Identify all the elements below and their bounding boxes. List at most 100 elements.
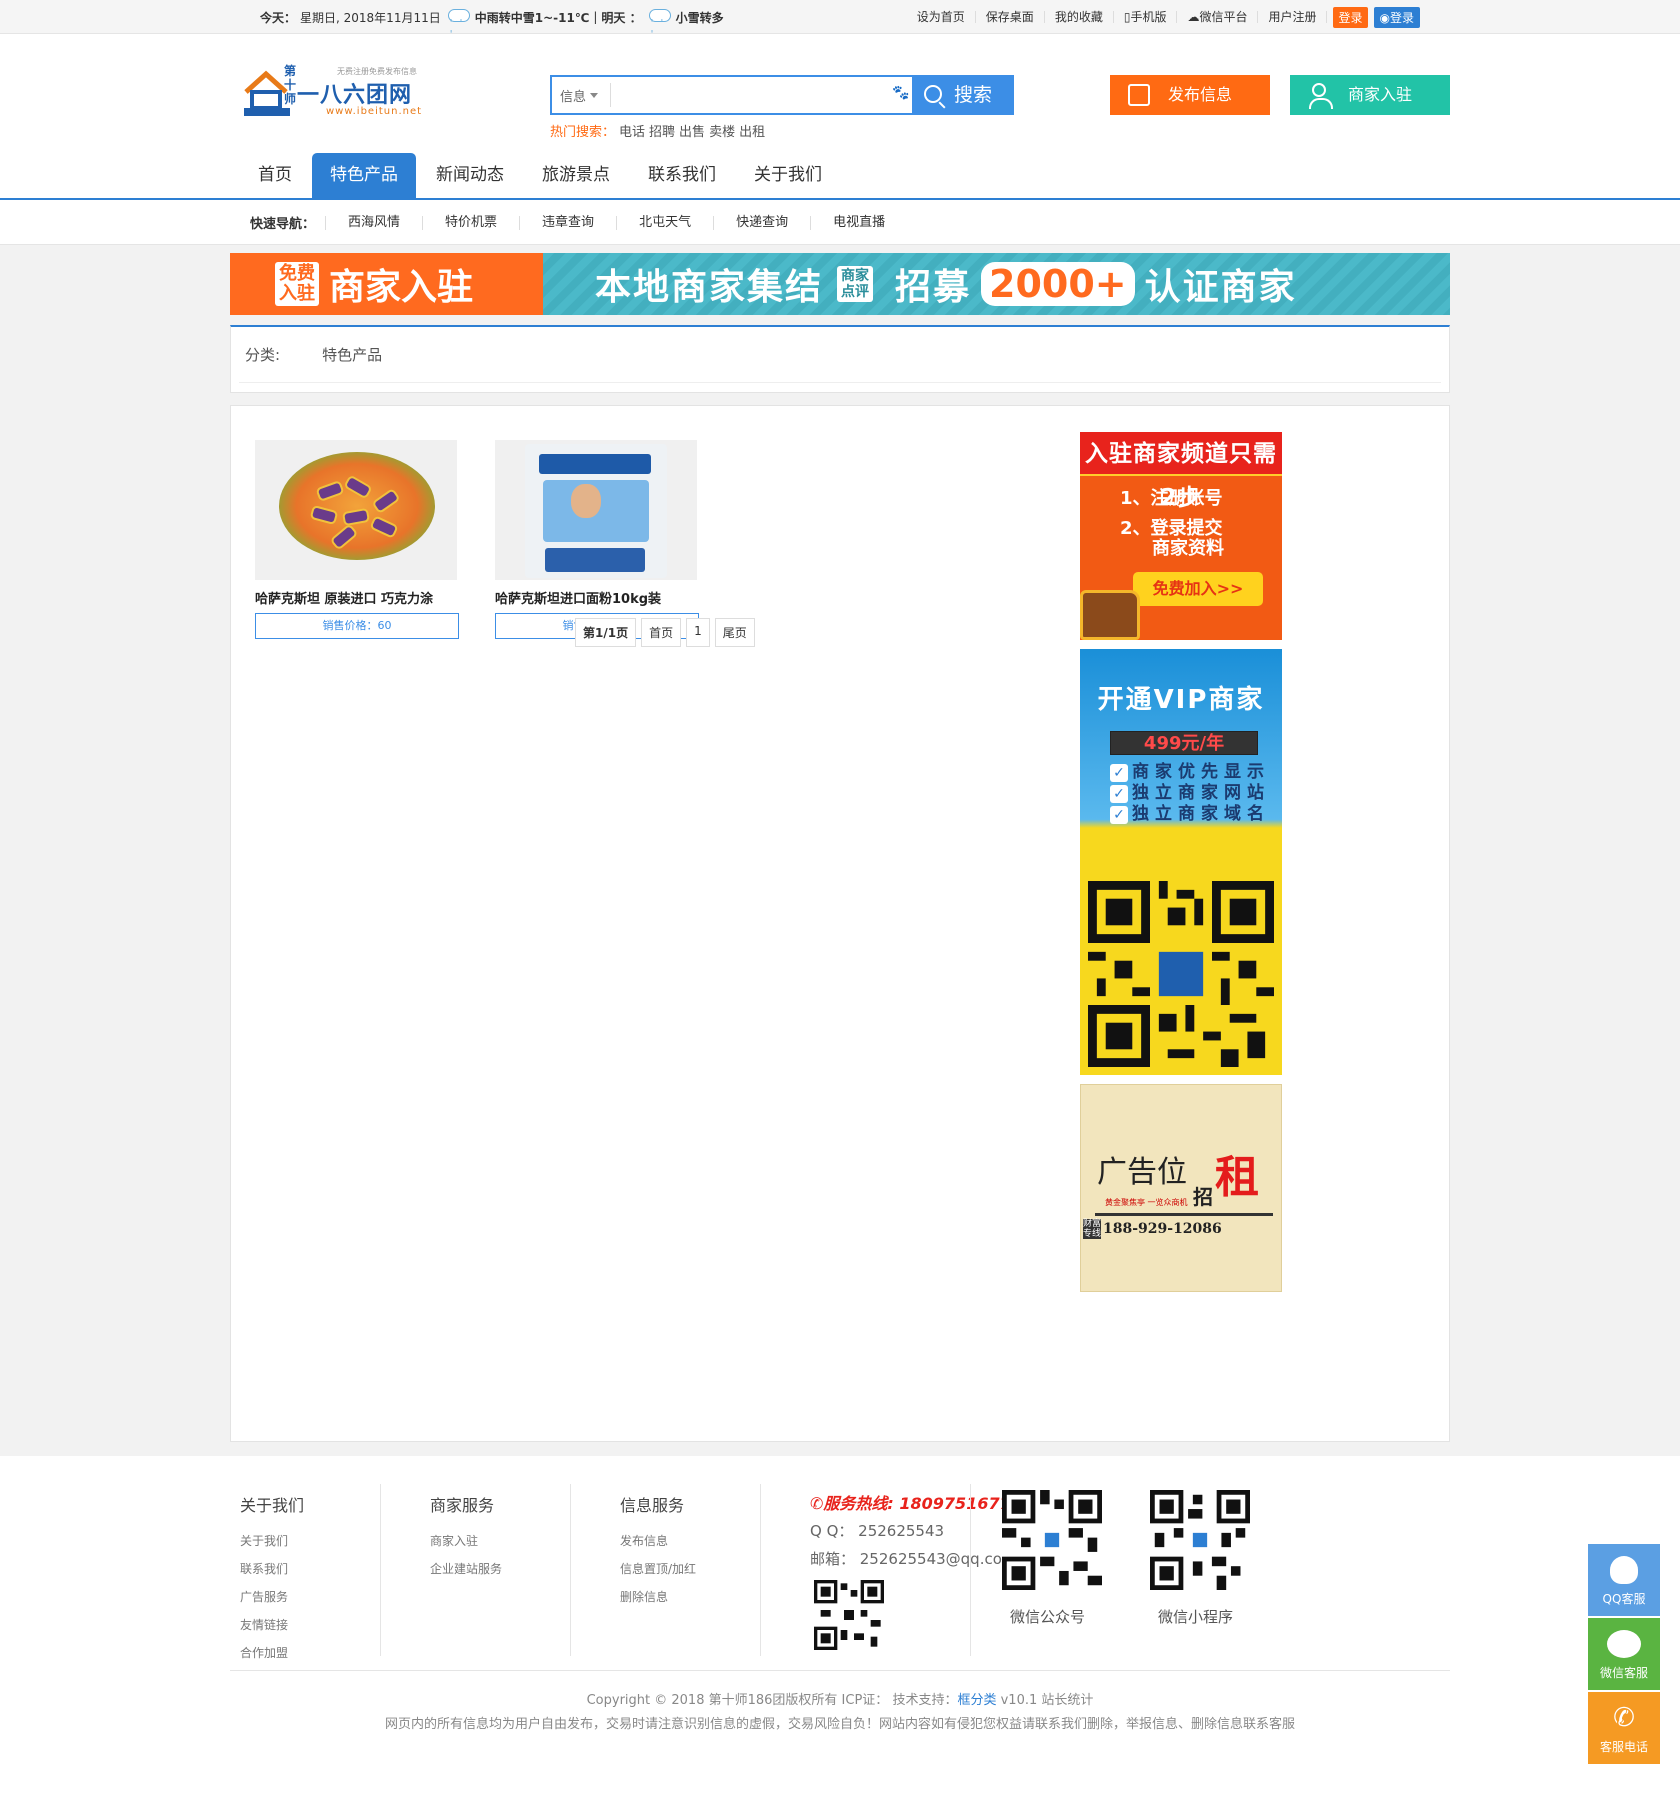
product-name[interactable]: 哈萨克斯坦进口面粉10kg装 (495, 588, 697, 607)
nav-home[interactable]: 首页 (240, 153, 310, 198)
qq-penguin-icon (1610, 1556, 1638, 1584)
logo-prefix: 第十师 (284, 64, 297, 106)
tomorrow-label: 明天 ： (601, 10, 642, 25)
wechat-service-button[interactable]: 微信客服 (1588, 1618, 1660, 1690)
search-divider (610, 83, 611, 107)
footer-col-merchant: 商家服务 商家入驻 企业建站服务 (430, 1492, 502, 1662)
footer-link[interactable]: 发布信息 (620, 1532, 696, 1549)
quick-nav-item[interactable]: 快递查询 (713, 215, 810, 230)
footer-col-title: 信息服务 (620, 1496, 685, 1515)
nav-tourism[interactable]: 旅游景点 (524, 153, 628, 198)
nav-news[interactable]: 新闻动态 (418, 153, 522, 198)
page-number[interactable]: 1 (686, 618, 710, 647)
footer-link[interactable]: 关于我们 (240, 1532, 304, 1549)
footer-link[interactable]: 企业建站服务 (430, 1560, 502, 1577)
product-card[interactable]: 哈萨克斯坦 原装进口 巧克力涂 销售价格：60 (255, 440, 459, 639)
footer-divider (760, 1484, 761, 1656)
disclaimer: 网页内的所有信息均为用户自由发布，交易时请注意识别信息的虚假，交易风险自负！网站… (384, 1717, 1295, 1732)
category-value[interactable]: 特色产品 (322, 344, 382, 365)
merchant-banner[interactable]: 免费入驻 商家入驻 本地商家集结 商家点评 招募 2000+ 认证商家 (230, 253, 1450, 315)
footer-link[interactable]: 商家入驻 (430, 1532, 502, 1549)
login-button[interactable]: 登录 (1333, 6, 1368, 28)
link-save-desktop[interactable]: 保存桌面 (976, 11, 1045, 23)
top-bar: 今天： 星期日, 2018年11月11日 中雨转中雪1~-11℃ | 明天 ： … (0, 0, 1680, 40)
paw-icon[interactable]: 🐾 (892, 85, 909, 101)
page-first[interactable]: 首页 (641, 618, 682, 647)
search-input[interactable]: 信息 🐾 (550, 75, 912, 115)
wechat-bubble-icon (1607, 1630, 1641, 1658)
quick-nav-item[interactable]: 西海风情 (325, 215, 422, 230)
quick-nav-item[interactable]: 违章查询 (519, 215, 616, 230)
link-favorites[interactable]: 我的收藏 (1045, 11, 1114, 23)
link-set-homepage[interactable]: 设为首页 (907, 11, 976, 23)
quick-nav-item[interactable]: 电视直播 (810, 215, 907, 230)
phone-service-button[interactable]: ✆ 客服电话 (1588, 1692, 1660, 1764)
hot-search: 热门搜索： 电话 招聘 出售 卖楼 出租 (550, 121, 769, 140)
snow-cloud-icon (646, 6, 672, 40)
footer-divider (570, 1484, 571, 1656)
footer-col-info: 信息服务 发布信息 信息置顶/加红 删除信息 (620, 1492, 696, 1662)
footer-link[interactable]: 联系我们 (240, 1560, 304, 1577)
logo-url: www.ibeitun.net (326, 106, 423, 117)
hot-word[interactable]: 出租 (739, 125, 765, 140)
footer-link[interactable]: 信息置顶/加红 (620, 1560, 696, 1577)
ad2-item: 独立商家域名 (1110, 799, 1270, 824)
ad3-divider (1095, 1213, 1273, 1216)
candy-plate-icon (279, 452, 435, 560)
link-register[interactable]: 用户注册 (1258, 11, 1328, 23)
qr-code-icon (1088, 881, 1274, 1067)
nav-featured-products[interactable]: 特色产品 (312, 153, 416, 198)
qq-icon: ◉ (1379, 10, 1390, 25)
page-last[interactable]: 尾页 (714, 618, 755, 647)
page-info: 第1/1页 (575, 618, 637, 647)
nav-contact[interactable]: 联系我们 (630, 153, 734, 198)
banner-recruit: 招募 (895, 267, 972, 308)
banner-slogan2: 认证商家 (1144, 267, 1297, 308)
search-type-select[interactable]: 信息 (560, 86, 598, 105)
search-button[interactable]: 搜索 (912, 75, 1014, 115)
copyright-text-a: Copyright © 2018 第十师186团版权所有 ICP证： 技术支持： (586, 1693, 958, 1708)
qq-service-label: QQ客服 (1602, 1592, 1646, 1606)
hot-word[interactable]: 出售 (679, 125, 705, 140)
product-image[interactable] (255, 440, 457, 580)
quick-nav-item[interactable]: 北屯天气 (616, 215, 713, 230)
ad2-title: 开通VIP商家 (1097, 685, 1265, 715)
product-name[interactable]: 哈萨克斯坦 原装进口 巧克力涂 (255, 588, 457, 607)
edit-icon (1128, 84, 1150, 106)
ad-vip[interactable]: 开通VIP商家 499元/年 商家优先显示 独立商家网站 独立商家域名 (1080, 649, 1282, 1075)
qq-service-button[interactable]: QQ客服 (1588, 1544, 1660, 1616)
product-image[interactable] (495, 440, 697, 580)
hot-word[interactable]: 电话 (619, 125, 645, 140)
logo-slogan: 无费注册免费发布信息 (337, 67, 417, 76)
top-links: 设为首页 保存桌面 我的收藏 ▯手机版 ☁微信平台 用户注册 登录 ◉登录 (907, 6, 1420, 28)
footer-link[interactable]: 合作加盟 (240, 1644, 304, 1661)
date-text: 星期日, 2018年11月11日 (300, 10, 441, 25)
main-nav: 首页 特色产品 新闻动态 旅游景点 联系我们 关于我们 (0, 153, 1680, 200)
copyright-line: Copyright © 2018 第十师186团版权所有 ICP证： 技术支持：… (230, 1689, 1450, 1713)
nav-about[interactable]: 关于我们 (736, 153, 840, 198)
quick-nav: 快速导航： 西海风情 特价机票 违章查询 北屯天气 快递查询 电视直播 (0, 200, 1680, 245)
footer-link[interactable]: 删除信息 (620, 1588, 696, 1605)
ad-join-steps[interactable]: 入驻商家频道只需2步 1、注册账号 2、登录提交 商家资料 免费加入>> (1080, 432, 1282, 640)
hot-word[interactable]: 招聘 (649, 125, 675, 140)
product-card[interactable]: 哈萨克斯坦进口面粉10kg装 销售价格：55 (495, 440, 699, 639)
qq-login-button[interactable]: ◉登录 (1373, 6, 1420, 28)
publish-button[interactable]: 发布信息 (1110, 75, 1270, 115)
header: 第十师 无费注册免费发布信息 一八六团网 www.ibeitun.net 信息 … (0, 34, 1680, 153)
product-price[interactable]: 销售价格：60 (255, 613, 459, 639)
ad-space-rent[interactable]: 广告位 租 招 黄金聚焦亭 一览众商机 财富专线 188-929-12086 (1080, 1084, 1282, 1292)
ad1-join-button[interactable]: 免费加入>> (1133, 572, 1263, 606)
link-mobile[interactable]: ▯手机版 (1114, 11, 1178, 23)
link-wechat[interactable]: ☁微信平台 (1177, 11, 1259, 23)
tech-support-link[interactable]: 框分类 (957, 1693, 996, 1708)
user-add-icon (1309, 83, 1333, 109)
footer-link[interactable]: 友情链接 (240, 1616, 304, 1633)
quick-nav-item[interactable]: 特价机票 (422, 215, 519, 230)
wechat-service-label: 微信客服 (1599, 1666, 1648, 1680)
banner-number: 2000+ (981, 262, 1135, 306)
site-logo[interactable]: 第十师 无费注册免费发布信息 一八六团网 www.ibeitun.net (242, 62, 432, 122)
merchant-join-button[interactable]: 商家入驻 (1290, 75, 1450, 115)
banner-badge: 商家点评 (837, 266, 874, 302)
footer-link[interactable]: 广告服务 (240, 1588, 304, 1605)
hot-word[interactable]: 卖楼 (709, 125, 735, 140)
